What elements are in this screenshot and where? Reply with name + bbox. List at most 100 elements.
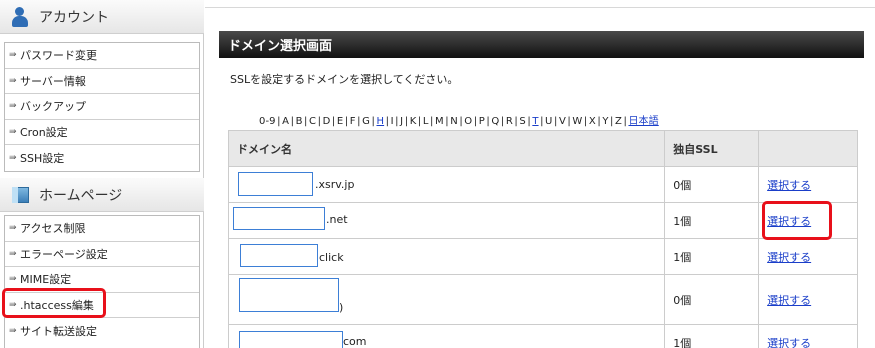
alphabet-nav: 0-9 | A | B | C | D | E | F | G | H | I | J | K | L | M | N | O | P | Q | R |… [259,112,659,127]
domain-name-redacted [233,207,325,230]
nav-separator: | [357,116,361,127]
homepage-section-header[interactable]: ホームページ [0,178,204,212]
alpha-nav-y: Y [602,116,609,127]
alpha-nav-o: O [464,116,473,127]
alpha-nav-x: X [588,116,596,127]
arrow-icon: ⇛ [9,325,17,336]
divider [205,7,875,8]
arrow-icon: ⇛ [9,50,17,61]
htaccess-highlight [2,288,106,318]
nav-separator: | [395,116,399,127]
arrow-icon: ⇛ [9,274,17,285]
sidebar-item-server-info[interactable]: ⇛ サーバー情報 [5,69,199,94]
header-action [758,130,858,167]
arrow-icon: ⇛ [9,248,17,259]
nav-separator: | [500,116,505,127]
nav-separator: | [290,116,295,127]
nav-separator: | [445,116,449,127]
ssl-count: 1個 [664,238,760,275]
homepage-icon [11,185,29,205]
account-menu: ⇛ パスワード変更 ⇛ サーバー情報 ⇛ バックアップ ⇛ Cron設定 ⇛ SSH設定 [4,42,200,172]
domain-cell: click [227,238,666,275]
nav-separator: | [567,116,571,127]
sidebar-item-label: サーバー情報 [20,74,86,88]
nav-separator: | [623,116,627,127]
alpha-nav-i: I [390,116,394,127]
sidebar-item-ssh[interactable]: ⇛ SSH設定 [5,145,199,171]
alpha-nav-u: U [545,116,553,127]
domain-cell: .net [227,202,666,239]
nav-separator: | [331,116,336,127]
domain-suffix: .xsrv.jp [315,178,355,191]
nav-separator: | [344,116,349,127]
select-link[interactable]: 選択する [767,179,811,192]
sidebar-item-label: サイト転送設定 [20,324,97,338]
alpha-nav-p: P [478,116,485,127]
arrow-icon: ⇛ [9,101,17,112]
sidebar-item-label: SSH設定 [20,151,65,165]
ssl-count: 0個 [664,274,760,325]
nav-separator: | [514,116,518,127]
header-ssl: 独自SSL [664,130,760,167]
sidebar-item-site-transfer[interactable]: ⇛ サイト転送設定 [5,318,199,344]
alpha-nav-japanese[interactable]: 日本語 [628,116,658,127]
domain-name-redacted [240,244,318,267]
account-section-header[interactable]: アカウント [0,0,204,34]
nav-separator: | [540,116,544,127]
nav-separator: | [277,116,281,127]
alpha-nav-e: E [336,116,344,127]
alpha-nav-t[interactable]: T [532,116,538,127]
nav-separator: | [583,116,588,127]
nav-separator: | [430,116,434,127]
domain-suffix: .net [326,213,348,226]
sidebar-item-label: パスワード変更 [20,49,97,63]
alpha-nav-b: B [295,116,303,127]
nav-separator: | [317,116,322,127]
sidebar: アカウント ⇛ パスワード変更 ⇛ サーバー情報 ⇛ バックアップ ⇛ Cron設定 ⇛… [0,0,204,348]
nav-separator: | [417,116,422,127]
alpha-nav-d: D [322,116,331,127]
domain-cell: com [227,324,666,348]
alpha-nav-w: W [572,116,583,127]
table-row: .xsrv.jp 0個 選択する [227,166,858,203]
sidebar-item-cron[interactable]: ⇛ Cron設定 [5,120,199,145]
alpha-nav-s: S [519,116,526,127]
page-title: ドメイン選択画面 [219,31,864,58]
table-row: ) 0個 選択する [227,274,858,325]
select-highlight [762,201,832,240]
domain-cell: ) [227,274,666,325]
select-link[interactable]: 選択する [767,337,811,348]
alpha-nav-h[interactable]: H [376,116,384,127]
alpha-nav-0-9: 0-9 [259,116,276,127]
table-header-row: ドメイン名 独自SSL [227,130,858,167]
domain-suffix: com [343,335,367,348]
nav-separator: | [610,116,614,127]
alpha-nav-m: M [435,116,444,127]
alpha-nav-k: K [409,116,417,127]
sidebar-item-label: アクセス制限 [20,222,86,236]
header-domain: ドメイン名 [227,130,666,167]
sidebar-item-error-page[interactable]: ⇛ エラーページ設定 [5,242,199,267]
nav-separator: | [473,116,478,127]
sidebar-item-label: エラーページ設定 [20,247,108,261]
nav-separator: | [486,116,490,127]
table-row: com 1個 選択する [227,324,858,348]
sidebar-item-backup[interactable]: ⇛ バックアップ [5,94,199,120]
domain-cell: .xsrv.jp [227,166,666,203]
alpha-nav-r: R [505,116,513,127]
arrow-icon: ⇛ [9,126,17,137]
account-section-label: アカウント [39,9,109,26]
homepage-section-label: ホームページ [39,187,123,204]
select-link[interactable]: 選択する [767,251,811,264]
sidebar-item-password[interactable]: ⇛ パスワード変更 [5,43,199,69]
nav-separator: | [459,116,463,127]
table-row: click 1個 選択する [227,238,858,275]
nav-separator: | [404,116,409,127]
sidebar-item-label: Cron設定 [20,125,68,139]
homepage-menu: ⇛ アクセス制限 ⇛ エラーページ設定 ⇛ MIME設定 ⇛ .htaccess編集 ⇛… [4,215,200,348]
nav-separator: | [553,116,558,127]
sidebar-item-access-restriction[interactable]: ⇛ アクセス制限 [5,216,199,242]
select-link[interactable]: 選択する [767,294,811,307]
alpha-nav-c: C [309,116,317,127]
alpha-nav-l: L [422,116,429,127]
